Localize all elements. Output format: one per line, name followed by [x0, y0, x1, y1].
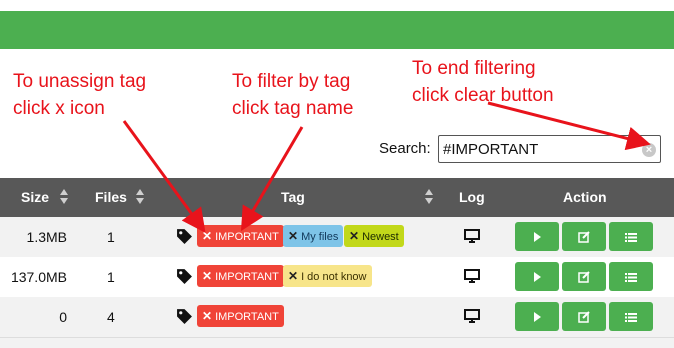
- play-icon: [534, 232, 541, 242]
- edit-button[interactable]: [562, 262, 606, 291]
- tag-icon: [177, 269, 192, 284]
- tag-important[interactable]: ✕ IMPORTANT: [197, 225, 284, 247]
- header-log: Log: [459, 189, 485, 205]
- size-cell: 137.0MB: [10, 269, 67, 285]
- top-bar: [0, 11, 674, 49]
- tag-newest[interactable]: ✕ Newest: [344, 225, 404, 247]
- size-cell: 0: [59, 309, 67, 325]
- play-button[interactable]: [515, 262, 559, 291]
- tag-icon: [177, 309, 192, 324]
- tag-my-files[interactable]: ✕ My files: [283, 225, 344, 247]
- edit-button[interactable]: [562, 222, 606, 251]
- edit-icon: [578, 271, 590, 283]
- files-cell: 4: [107, 309, 115, 325]
- header-files[interactable]: Files: [95, 189, 127, 205]
- header-action: Action: [563, 189, 607, 205]
- tag-label[interactable]: IMPORTANT: [215, 231, 279, 243]
- play-button[interactable]: [515, 302, 559, 331]
- search-value: #IMPORTANT: [443, 141, 539, 158]
- list-button[interactable]: [609, 222, 653, 251]
- table-footer-edge: [0, 337, 674, 348]
- annotation-filter-line2: click tag name: [232, 98, 354, 119]
- list-icon: [625, 313, 637, 322]
- play-button[interactable]: [515, 222, 559, 251]
- size-cell: 1.3MB: [26, 229, 67, 245]
- tag-icon: [177, 229, 192, 244]
- play-icon: [534, 272, 541, 282]
- annotation-unassign: To unassign tag click x icon: [13, 68, 146, 122]
- annotation-end-filter-line1: To end filtering: [412, 58, 536, 79]
- tag-important[interactable]: ✕ IMPORTANT: [197, 305, 284, 327]
- list-button[interactable]: [609, 302, 653, 331]
- sort-icon[interactable]: [425, 189, 433, 205]
- tag-remove-icon[interactable]: ✕: [349, 229, 359, 243]
- sort-icon[interactable]: [136, 189, 144, 205]
- files-cell: 1: [107, 229, 115, 245]
- tag-remove-icon[interactable]: ✕: [202, 309, 212, 323]
- tag-label[interactable]: Newest: [362, 231, 399, 243]
- annotation-filter-line1: To filter by tag: [232, 71, 351, 92]
- search-label: Search:: [379, 140, 431, 157]
- header-size[interactable]: Size: [21, 189, 49, 205]
- tag-important[interactable]: ✕ IMPORTANT: [197, 265, 284, 287]
- table-row: 1.3MB 1 ✕ IMPORTANT ✕ My files ✕ Newest: [0, 217, 674, 257]
- annotation-filter: To filter by tag click tag name: [232, 68, 353, 122]
- list-button[interactable]: [609, 262, 653, 291]
- tag-label[interactable]: I do not know: [301, 271, 366, 283]
- edit-button[interactable]: [562, 302, 606, 331]
- monitor-icon[interactable]: [464, 269, 480, 284]
- tag-label[interactable]: My files: [301, 231, 338, 243]
- table-header: Size Files Tag Log Action: [0, 178, 674, 217]
- monitor-icon[interactable]: [464, 309, 480, 324]
- sort-icon[interactable]: [60, 189, 68, 205]
- annotation-unassign-line1: To unassign tag: [13, 71, 147, 92]
- monitor-icon[interactable]: [464, 229, 480, 244]
- play-icon: [534, 312, 541, 322]
- table-row: 0 4 ✕ IMPORTANT: [0, 297, 674, 337]
- tag-remove-icon[interactable]: ✕: [288, 269, 298, 283]
- annotation-end-filter: To end filtering click clear button: [412, 55, 554, 109]
- header-tag[interactable]: Tag: [281, 189, 305, 205]
- tag-label[interactable]: IMPORTANT: [215, 311, 279, 323]
- annotation-unassign-line2: click x icon: [13, 98, 105, 119]
- page: To unassign tag click x icon To filter b…: [0, 0, 674, 348]
- clear-icon[interactable]: ×: [642, 143, 656, 157]
- table-row: 137.0MB 1 ✕ IMPORTANT ✕ I do not know: [0, 257, 674, 297]
- edit-icon: [578, 311, 590, 323]
- edit-icon: [578, 231, 590, 243]
- tag-remove-icon[interactable]: ✕: [202, 269, 212, 283]
- list-icon: [625, 233, 637, 242]
- list-icon: [625, 273, 637, 282]
- files-cell: 1: [107, 269, 115, 285]
- tag-remove-icon[interactable]: ✕: [288, 229, 298, 243]
- search-input[interactable]: #IMPORTANT ×: [438, 135, 661, 163]
- tag-label[interactable]: IMPORTANT: [215, 271, 279, 283]
- tag-remove-icon[interactable]: ✕: [202, 229, 212, 243]
- tag-i-do-not-know[interactable]: ✕ I do not know: [283, 265, 372, 287]
- annotation-end-filter-line2: click clear button: [412, 85, 554, 106]
